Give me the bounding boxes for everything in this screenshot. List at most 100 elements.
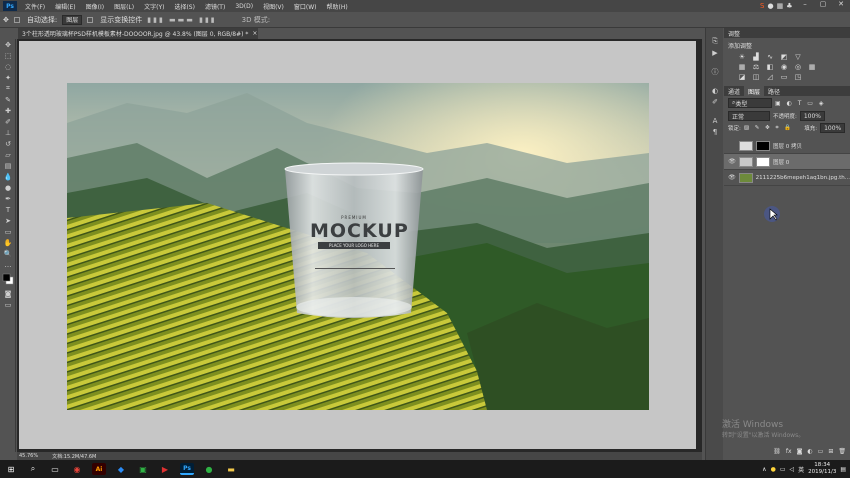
adjust-layer-icon[interactable]: ◐ xyxy=(807,448,812,458)
windows-start-icon[interactable]: ⊞ xyxy=(0,460,22,478)
filter-icons[interactable]: ▣ ◐ T ▭ ◈ xyxy=(775,100,825,107)
levels-icon[interactable]: ▟ xyxy=(750,53,762,61)
volume-icon[interactable]: ◁ xyxy=(789,466,794,473)
menu-window[interactable]: 窗口(W) xyxy=(289,2,322,11)
menu-help[interactable]: 帮助(H) xyxy=(322,2,353,11)
tray-expand-icon[interactable]: ∧ xyxy=(762,466,766,473)
history-icon[interactable]: ⎘ xyxy=(706,36,724,47)
hand-icon[interactable]: ✋ xyxy=(0,237,16,248)
pen-icon[interactable]: ✒ xyxy=(0,193,16,204)
link-icon[interactable]: ⛓ xyxy=(773,448,781,458)
more-tools-icon[interactable]: … xyxy=(0,259,16,270)
new-layer-icon[interactable]: ⊞ xyxy=(828,448,833,458)
menu-layer[interactable]: 图层(L) xyxy=(109,2,139,11)
photoshop-taskbar-icon[interactable]: Ps xyxy=(180,463,194,475)
network-icon[interactable]: ▭ xyxy=(780,466,786,473)
lock-icons[interactable]: ▨ ✎ ✥ ⌗ 🔒 xyxy=(744,125,793,132)
menu-edit[interactable]: 编辑(E) xyxy=(50,2,80,11)
sogou-icon[interactable]: S xyxy=(760,2,764,10)
marquee-icon[interactable]: ⬚ xyxy=(0,50,16,61)
close-tab-icon[interactable]: × xyxy=(252,30,257,37)
screen-mode-icon[interactable]: ▭ xyxy=(0,299,16,310)
clock[interactable]: 18:34 2019/11/3 xyxy=(808,462,836,476)
eraser-icon[interactable]: ▱ xyxy=(0,149,16,160)
layer-row[interactable]: 图层 0 拷贝 xyxy=(724,138,850,154)
tab-paths[interactable]: 路径 xyxy=(764,86,784,96)
opacity-input[interactable]: 100% xyxy=(799,111,826,121)
app-icon-red[interactable]: ▶ xyxy=(154,460,176,478)
bw-icon[interactable]: ◧ xyxy=(764,63,776,71)
fx-icon[interactable]: fx xyxy=(786,448,792,458)
actions-icon[interactable]: ▶ xyxy=(706,47,724,58)
threshold-icon[interactable]: ◿ xyxy=(764,73,776,81)
menu-3d[interactable]: 3D(D) xyxy=(230,3,258,10)
auto-select-checkbox[interactable] xyxy=(13,16,20,23)
exposure-icon[interactable]: ◩ xyxy=(778,53,790,61)
dodge-icon[interactable]: ● xyxy=(0,182,16,193)
document-image[interactable]: PREMIUM MOCKUP PLACE YOUR LOGO HERE xyxy=(67,83,649,410)
chrome-icon[interactable]: ◉ xyxy=(66,460,88,478)
lasso-icon[interactable]: ◌ xyxy=(0,61,16,72)
zoom-icon[interactable]: 🔍 xyxy=(0,248,16,259)
menu-type[interactable]: 文字(Y) xyxy=(139,2,169,11)
blend-mode-dropdown[interactable]: 正常 xyxy=(728,111,770,121)
ime-toolbar[interactable]: S ● ▦ ♣ xyxy=(760,1,792,11)
app-icon-green[interactable]: ▣ xyxy=(132,460,154,478)
invert-icon[interactable]: ◪ xyxy=(736,73,748,81)
type-icon[interactable]: T xyxy=(0,204,16,215)
shape-icon[interactable]: ▭ xyxy=(0,226,16,237)
gradient-map-icon[interactable]: ▭ xyxy=(778,73,790,81)
photo-filter-icon[interactable]: ◉ xyxy=(778,63,790,71)
layer-row[interactable]: 👁 2111225b6mepeh1aq1bn.jpg.th... xyxy=(724,170,850,186)
menu-select[interactable]: 选择(S) xyxy=(169,2,200,11)
wechat-icon[interactable]: ● xyxy=(198,460,220,478)
zoom-level[interactable]: 45.76% xyxy=(19,453,38,459)
maximize-icon[interactable]: ▢ xyxy=(814,0,832,12)
curves-icon[interactable]: ∿ xyxy=(764,53,776,61)
brush-settings-icon[interactable]: ✐ xyxy=(706,96,724,107)
align-icons[interactable]: ▮▮▮ ▬▬▬ ▮▮▮ xyxy=(147,16,216,24)
menu-filter[interactable]: 滤镜(T) xyxy=(200,2,230,11)
path-select-icon[interactable]: ➤ xyxy=(0,215,16,226)
layer-row-selected[interactable]: 👁 图层 0 xyxy=(724,154,850,170)
blur-icon[interactable]: 💧 xyxy=(0,171,16,182)
lookup-icon[interactable]: ▦ xyxy=(806,63,818,71)
move-tool-icon[interactable]: ✥ xyxy=(3,16,9,24)
menu-image[interactable]: 图像(I) xyxy=(81,2,109,11)
crop-icon[interactable]: ⌗ xyxy=(0,83,16,94)
kind-filter-dropdown[interactable]: ⌕ 类型 xyxy=(728,98,772,108)
adjustments-icon[interactable]: ◐ xyxy=(706,85,724,96)
hue-icon[interactable]: ▦ xyxy=(736,63,748,71)
app-icon-blue[interactable]: ◆ xyxy=(110,460,132,478)
channel-mixer-icon[interactable]: ◎ xyxy=(792,63,804,71)
ime-indicator[interactable]: 英 xyxy=(798,465,804,474)
mic-icon[interactable]: ● xyxy=(767,2,773,10)
skin-icon[interactable]: ♣ xyxy=(786,2,792,10)
file-explorer-icon[interactable]: ▬ xyxy=(220,460,242,478)
tab-layers[interactable]: 图层 xyxy=(744,86,765,96)
trash-icon[interactable]: 🗑 xyxy=(838,448,846,458)
color-balance-icon[interactable]: ⚖ xyxy=(750,63,762,71)
history-brush-icon[interactable]: ↺ xyxy=(0,138,16,149)
brush-icon[interactable]: ✐ xyxy=(0,116,16,127)
tab-channels[interactable]: 通道 xyxy=(724,86,744,96)
gradient-icon[interactable]: ▤ xyxy=(0,160,16,171)
menu-file[interactable]: 文件(F) xyxy=(20,2,50,11)
color-swatches-icon[interactable] xyxy=(0,270,16,288)
task-view-icon[interactable]: ▭ xyxy=(44,460,66,478)
posterize-icon[interactable]: ◫ xyxy=(750,73,762,81)
keyboard-icon[interactable]: ▦ xyxy=(777,2,784,10)
auto-select-dropdown[interactable]: 图层 xyxy=(62,14,83,25)
eye-icon[interactable]: 👁 xyxy=(728,158,736,165)
search-icon[interactable]: ⌕ xyxy=(22,460,44,478)
document-tab[interactable]: 3个柱形透明玻璃杯PSD样机模板素材-DOOOOR.jpg @ 43.8% (图… xyxy=(18,28,258,39)
stamp-icon[interactable]: ⊥ xyxy=(0,127,16,138)
healing-icon[interactable]: ✚ xyxy=(0,105,16,116)
notification-icon[interactable]: ▤ xyxy=(840,466,846,473)
adjustments-panel-title[interactable]: 调整 xyxy=(724,28,850,38)
close-icon[interactable]: ✕ xyxy=(832,0,850,12)
quick-mask-icon[interactable]: ◙ xyxy=(0,288,16,299)
eyedropper-icon[interactable]: ✎ xyxy=(0,94,16,105)
show-transform-checkbox[interactable] xyxy=(87,16,94,23)
eye-icon[interactable]: 👁 xyxy=(728,174,736,181)
